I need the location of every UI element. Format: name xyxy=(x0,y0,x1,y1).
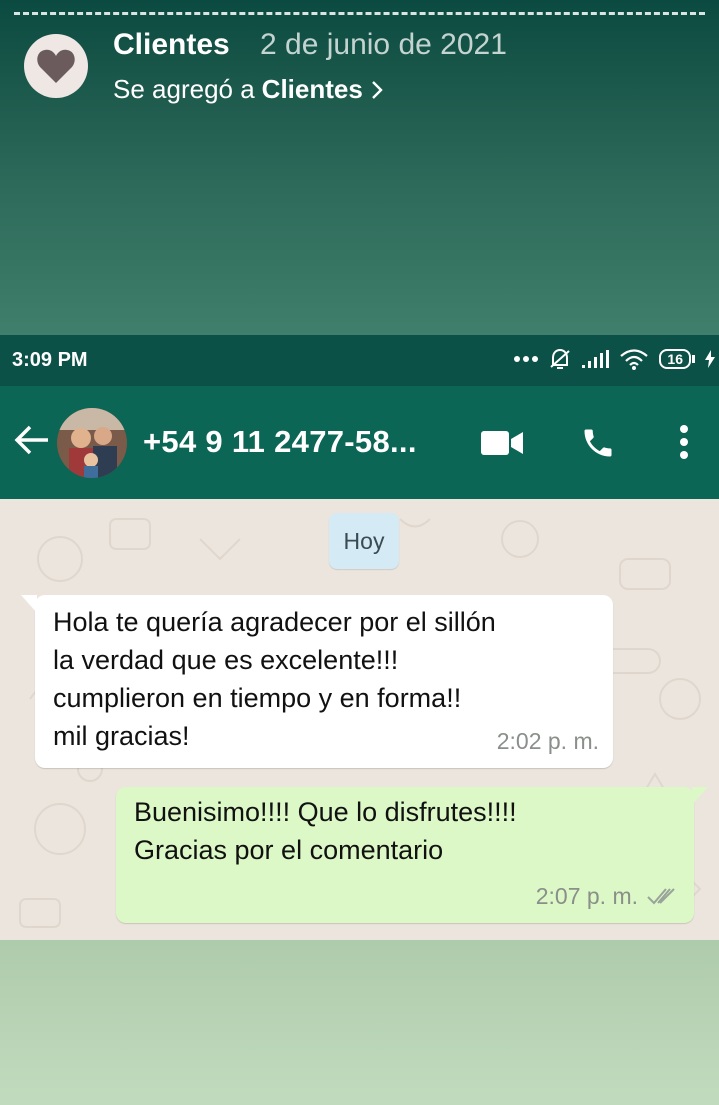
battery-level: 16 xyxy=(667,351,683,367)
video-call-icon[interactable] xyxy=(481,430,523,456)
story-date: 2 de junio de 2021 xyxy=(260,28,507,61)
message-timestamp: 2:02 p. m. xyxy=(497,722,599,760)
back-arrow-icon[interactable] xyxy=(14,424,50,456)
phone-icon[interactable] xyxy=(580,425,616,461)
status-icons: 16 xyxy=(513,347,715,371)
story-subtitle-prefix: Se agregó a xyxy=(113,74,255,104)
story-subtitle[interactable]: Se agregó a Clientes xyxy=(113,74,384,105)
message-text: Hola te quería agradecer por el sillón l… xyxy=(53,607,496,751)
story-group-name[interactable]: Clientes xyxy=(113,28,230,62)
charging-icon xyxy=(705,350,715,368)
status-bar: 3:09 PM 16 xyxy=(0,335,719,386)
battery-indicator: 16 xyxy=(659,349,695,369)
message-time: 2:07 p. m. xyxy=(535,883,638,909)
chat-header: +54 9 11 2477-58... xyxy=(0,386,719,499)
message-outgoing[interactable]: Buenisimo!!!! Que lo disfrutes!!!! Graci… xyxy=(116,787,708,923)
double-check-icon xyxy=(647,888,675,905)
more-vert-icon[interactable] xyxy=(678,424,690,460)
dots-icon xyxy=(514,356,539,362)
date-chip: Hoy xyxy=(329,513,399,569)
message-text: Buenisimo!!!! Que lo disfrutes!!!! Graci… xyxy=(134,797,517,865)
message-time: 2:02 p. m. xyxy=(496,728,599,754)
signal-icon xyxy=(582,350,610,368)
status-time: 3:09 PM xyxy=(12,349,88,371)
story-avatar[interactable] xyxy=(24,34,88,98)
message-timestamp: 2:07 p. m. xyxy=(536,877,680,915)
message-incoming[interactable]: Hola te quería agradecer por el sillón l… xyxy=(21,595,613,768)
story-backdrop xyxy=(0,940,719,1105)
story-progress-bar xyxy=(14,12,705,15)
contact-avatar[interactable] xyxy=(57,408,127,478)
contact-name[interactable]: +54 9 11 2477-58... xyxy=(143,424,417,460)
chevron-right-icon xyxy=(371,80,383,99)
muted-bell-icon xyxy=(550,348,571,369)
wifi-icon xyxy=(620,349,649,370)
heart-icon xyxy=(37,49,75,83)
story-subtitle-link[interactable]: Clientes xyxy=(262,74,363,105)
chat-area[interactable]: Hoy Hola te quería agradecer por el sill… xyxy=(0,499,719,940)
story-header: Clientes 2 de junio de 2021 Se agregó a … xyxy=(0,0,719,335)
